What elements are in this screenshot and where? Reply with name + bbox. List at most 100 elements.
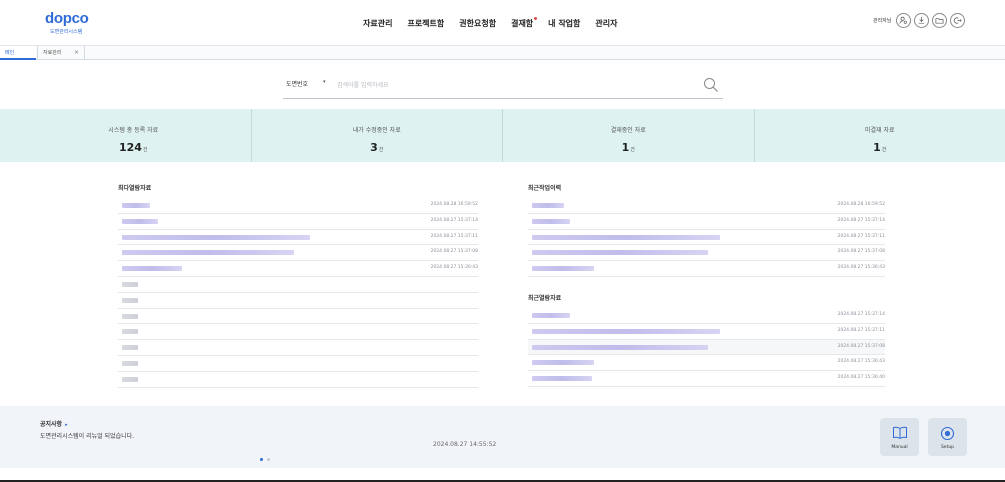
- stat-total-registered[interactable]: 시스템 총 등록 자료 124건: [0, 109, 252, 162]
- item-date: 2024.08.27 15:37:14: [430, 217, 478, 223]
- item-date: 2024.08.27 15:37:08: [837, 343, 885, 349]
- notice-text[interactable]: 도면관리시스템이 리뉴얼 되었습니다.: [40, 431, 134, 440]
- logo-text: dopco: [45, 10, 89, 27]
- item-title-redacted: [122, 266, 182, 272]
- item-title-redacted: [532, 218, 570, 224]
- item-title-redacted: [532, 376, 592, 382]
- item-date: 2024.08.27 15:37:08: [837, 249, 885, 255]
- list-item[interactable]: 2024.08.27 15:37:08: [528, 245, 885, 262]
- list-item[interactable]: 2024.08.27 15:37:14: [528, 308, 885, 324]
- search-type-select[interactable]: 도면번호: [286, 79, 308, 88]
- item-title-redacted: [532, 203, 564, 208]
- item-title-redacted: [122, 281, 138, 287]
- logout-icon[interactable]: [950, 13, 966, 28]
- list-item[interactable]: [118, 340, 478, 356]
- item-date: 2024.08.27 15:30:43: [430, 265, 478, 271]
- item-title-redacted: [122, 345, 138, 351]
- item-title-redacted: [532, 266, 594, 272]
- item-date: 2024.08.28 16:59:52: [430, 202, 478, 207]
- list-item[interactable]: 2024.08.27 15:37:08: [528, 339, 885, 356]
- user-settings-icon[interactable]: [896, 13, 912, 28]
- nav-item-approval-box[interactable]: 결재함: [511, 17, 538, 29]
- list-item[interactable]: 2024.08.27 15:37:11: [528, 324, 885, 340]
- nav-item-admin[interactable]: 관리자: [595, 18, 617, 29]
- list-item[interactable]: 2024.08.27 15:37:11: [118, 230, 478, 246]
- tab-data-management[interactable]: 자료관리 ×: [37, 46, 85, 60]
- notice-title[interactable]: 공지사항 ▸: [40, 419, 68, 428]
- search-input[interactable]: [337, 79, 677, 91]
- item-date: 2024.08.27 15:36:43: [837, 359, 885, 365]
- notice-panel: 공지사항 ▸ 도면관리시스템이 리뉴얼 되었습니다. 2024.08.27 14:…: [0, 406, 1005, 468]
- item-date: 2024.08.27 15:37:11: [837, 233, 885, 239]
- stat-unit: 건: [378, 147, 384, 153]
- nav-item-project-box[interactable]: 프로젝트함: [407, 18, 444, 29]
- target-icon: [940, 426, 955, 441]
- list-item[interactable]: 2024.08.27 15:30:43: [118, 261, 478, 277]
- item-title-redacted: [122, 218, 158, 224]
- item-title-redacted: [122, 203, 150, 208]
- user-area: 관리자님: [873, 13, 966, 28]
- list-item[interactable]: 2024.08.28 16:59:52: [528, 198, 885, 214]
- list-item[interactable]: 2024.08.27 15:37:11: [528, 230, 885, 246]
- list-item[interactable]: 2024.08.27 15:36:43: [528, 261, 885, 277]
- nav-item-permission-request[interactable]: 권한요청함: [459, 18, 496, 29]
- item-date: 2024.08.27 15:37:14: [837, 217, 885, 223]
- recent-work-list: 2024.08.28 16:59:52 2024.08.27 15:37:14 20…: [528, 198, 885, 277]
- item-date: 2024.08.27 15:37:11: [837, 327, 885, 333]
- item-date: 2024.08.28 16:59:52: [837, 202, 885, 207]
- stat-value: 124: [118, 141, 142, 154]
- item-title-redacted: [122, 329, 138, 335]
- list-item[interactable]: [118, 324, 478, 341]
- item-title-redacted: [532, 360, 594, 366]
- list-item[interactable]: [118, 372, 478, 388]
- stat-label: 미결재 자료: [864, 127, 895, 134]
- tab-main[interactable]: 메인: [0, 46, 36, 60]
- nav-item-data-management[interactable]: 자료관리: [363, 18, 392, 29]
- list-item[interactable]: [118, 293, 478, 309]
- item-title-redacted: [532, 234, 720, 240]
- pagination-dot[interactable]: [267, 458, 270, 461]
- pagination-dot[interactable]: [260, 458, 263, 461]
- logo-subtitle: 도면관리시스템: [50, 29, 83, 35]
- recent-viewed-list: 2024.08.27 15:37:14 2024.08.27 15:37:11 20…: [528, 308, 885, 387]
- list-item[interactable]: 2024.08.27 15:36:40: [528, 371, 885, 387]
- search-bar: 도면번호 ▾: [283, 73, 723, 99]
- item-date: 2024.08.27 15:36:43: [837, 265, 885, 271]
- close-icon[interactable]: ×: [74, 46, 79, 60]
- search-icon[interactable]: [703, 77, 719, 93]
- item-date: 2024.08.27 15:36:40: [837, 375, 885, 381]
- stat-value: 1: [621, 141, 630, 154]
- main-nav: 자료관리 프로젝트함 권한요청함 결재함 내 작업함 관리자: [363, 17, 618, 29]
- recent-work-title: 최근작업이력: [528, 185, 562, 192]
- stat-value: 1: [873, 141, 881, 154]
- most-viewed-list: 2024.08.28 16:59:52 2024.08.27 15:37:14 20…: [118, 198, 478, 388]
- list-item[interactable]: [118, 309, 478, 325]
- notice-date: 2024.08.27 14:55:52: [433, 441, 497, 448]
- setup-button[interactable]: Setup: [928, 418, 967, 456]
- download-icon[interactable]: [914, 13, 930, 28]
- stat-unit: 건: [881, 147, 887, 153]
- stat-in-approval[interactable]: 결재중인 자료 1건: [503, 109, 755, 162]
- manual-label: Manual: [891, 445, 908, 450]
- nav-item-my-work[interactable]: 내 작업함: [548, 18, 580, 29]
- list-item[interactable]: [118, 277, 478, 293]
- stat-unit: 건: [142, 147, 148, 153]
- list-item[interactable]: 2024.08.27 15:36:43: [528, 355, 885, 372]
- chevron-down-icon[interactable]: ▾: [323, 79, 326, 85]
- folder-icon[interactable]: [932, 13, 948, 28]
- stat-label: 내가 수정중인 자료: [352, 127, 401, 134]
- item-date: 2024.08.27 15:37:14: [837, 312, 885, 317]
- manual-button[interactable]: Manual: [880, 418, 919, 456]
- list-item[interactable]: 2024.08.27 15:37:08: [118, 245, 478, 262]
- stats-panel: 시스템 총 등록 자료 124건 내가 수정중인 자료 3건 결재중인 자료 1…: [0, 109, 1005, 162]
- stat-my-editing[interactable]: 내가 수정중인 자료 3건: [252, 109, 503, 162]
- list-item[interactable]: 2024.08.27 15:37:14: [118, 214, 478, 230]
- tab-label: 자료관리: [43, 50, 62, 56]
- user-name: 관리자님: [873, 18, 892, 24]
- logo[interactable]: dopco 도면관리시스템: [45, 11, 95, 35]
- stat-unapproved[interactable]: 미결재 자료 1건: [755, 109, 1005, 162]
- list-item[interactable]: 2024.08.28 16:59:52: [118, 198, 478, 214]
- list-item[interactable]: [118, 356, 478, 372]
- arrow-right-icon: ▸: [65, 422, 68, 428]
- list-item[interactable]: 2024.08.27 15:37:14: [528, 214, 885, 230]
